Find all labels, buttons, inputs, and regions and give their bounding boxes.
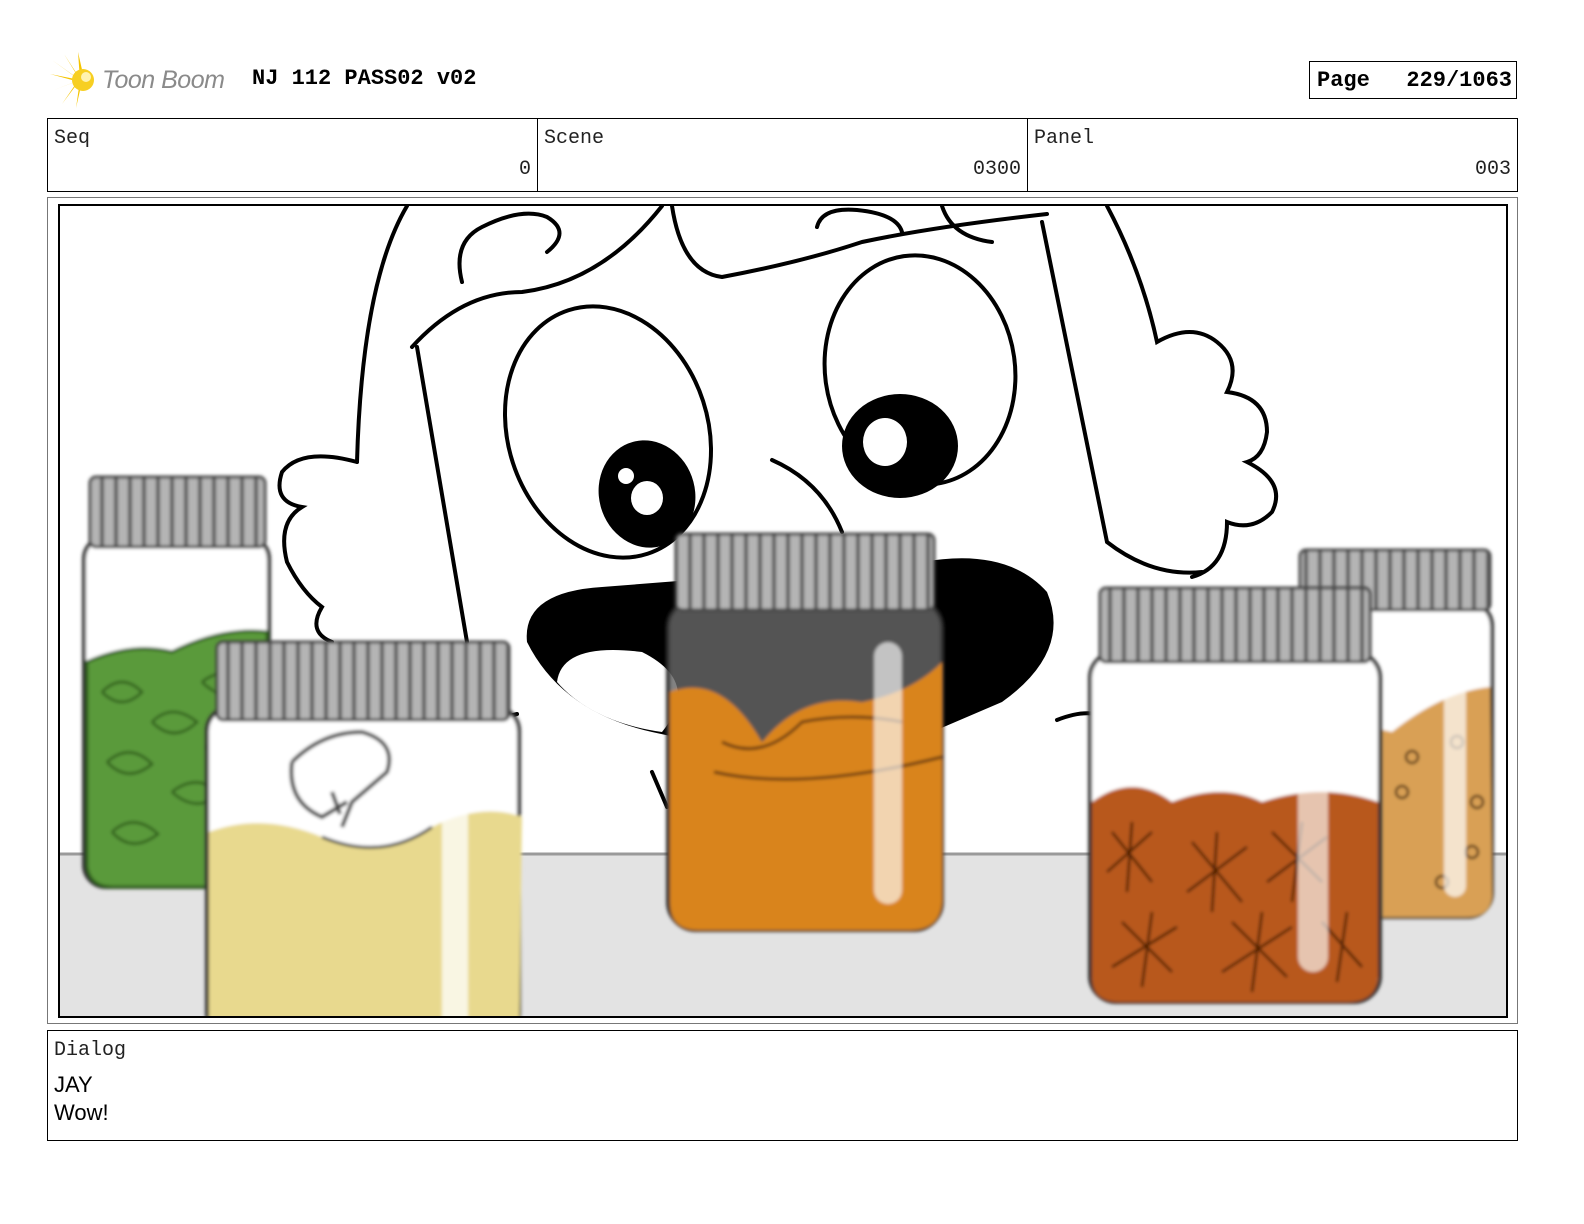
dialog-label: Dialog [54,1039,127,1062]
shot-info-row: Seq 0 Scene 0300 Panel 003 [47,118,1518,192]
jar-rust-spice [1088,586,1382,1004]
page-indicator: Page 229/1063 [1309,61,1517,99]
panel-value: 003 [1474,158,1511,181]
panel-label: Panel [1034,127,1095,150]
jar-orange [666,532,944,932]
jar-cream [205,640,522,1016]
storyboard-panel-image [58,204,1508,1018]
seq-value: 0 [518,158,531,181]
scene-field: Scene 0300 [538,119,1028,191]
toon-boom-logo-icon [50,52,94,108]
seq-label: Seq [54,127,91,150]
dialog-text: JAY Wow! [54,1071,109,1127]
scene-label: Scene [544,127,605,150]
logo-wordmark: Toon Boom [102,66,225,94]
dialog-speaker: JAY [54,1072,93,1097]
toon-boom-logo: Toon Boom [50,52,240,108]
dialog-box: Dialog JAY Wow! [47,1030,1518,1141]
scene-value: 0300 [972,158,1021,181]
project-title: NJ 112 PASS02 v02 [252,66,477,91]
panel-field: Panel 003 [1028,119,1517,191]
page-number: 229/1063 [1406,68,1512,93]
storyboard-drawing [60,206,1506,1016]
dialog-line: Wow! [54,1100,109,1125]
page-label: Page [1317,68,1370,93]
seq-field: Seq 0 [48,119,538,191]
